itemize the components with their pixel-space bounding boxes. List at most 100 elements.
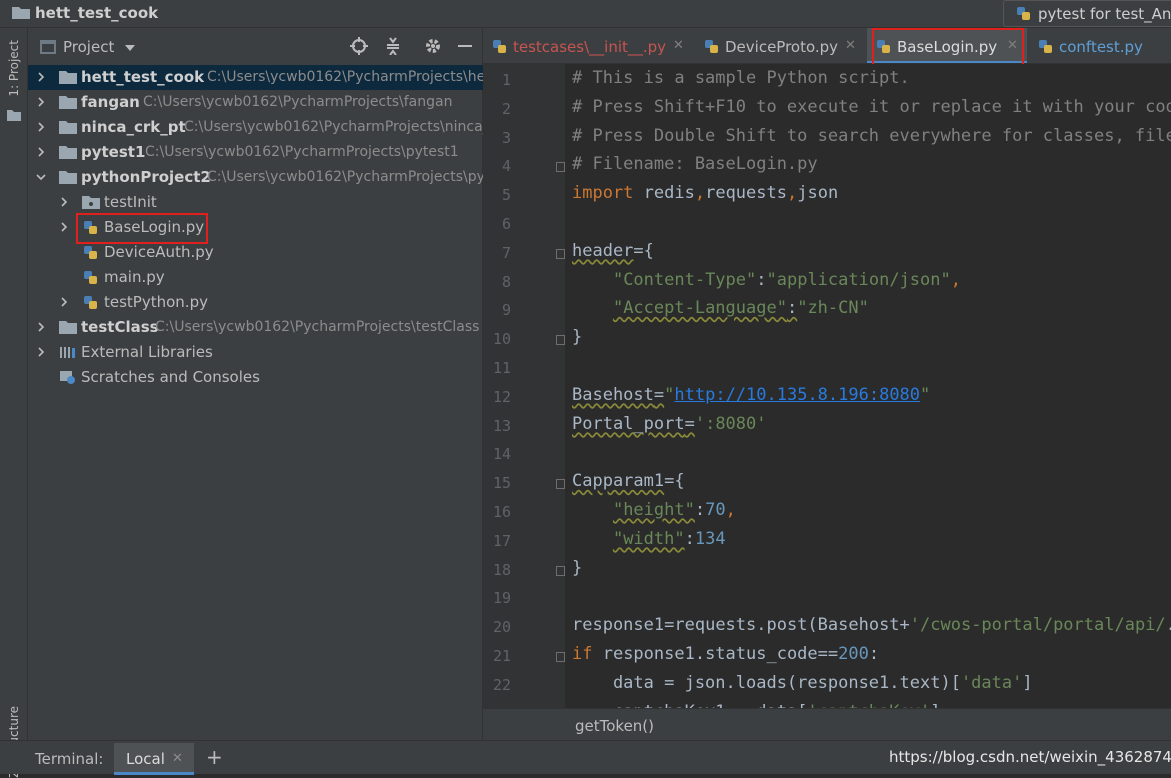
locate-icon[interactable] [350,37,368,55]
package-icon [82,196,100,209]
editor-tab[interactable]: conftest.py [1029,28,1171,63]
code-line: if response1.status_code==200: [572,644,880,664]
chevron-right-icon[interactable] [36,122,46,132]
line-number: 22 [492,675,511,694]
tree-item[interactable]: ninca_crk_pt C:\Users\ycwb0162\PycharmPro… [28,115,483,140]
tree-item-label: testClass [81,318,159,336]
tree-item-label: hett_test_cook [81,68,205,86]
fold-marker-icon[interactable] [556,162,565,173]
fold-marker-icon[interactable] [556,479,565,490]
code-line: import redis,requests,json [572,183,839,204]
tree-item-path: C:\Users\ycwb0162\PycharmProjects\python… [207,169,483,185]
chevron-right-icon[interactable] [36,97,46,107]
fold-marker-icon[interactable] [556,248,565,259]
project-view-icon [40,40,56,54]
project-panel-header: Project [28,28,483,64]
python-file-icon [84,246,97,259]
editor-tab-label: DeviceProto.py [725,38,839,56]
tree-item-path: C:\Users\ycwb0162\PycharmProjects\ninca_… [184,119,483,135]
tree-item[interactable]: testPython.py [28,290,483,315]
chevron-down-icon[interactable] [125,45,135,51]
line-number: 9 [501,301,511,320]
editor-breadcrumb[interactable]: getToken() [483,708,1171,740]
chevron-down-icon[interactable] [36,172,46,182]
editor-tab[interactable]: testcases\__init__.py ✕ [483,28,693,63]
tree-item[interactable]: fangan C:\Users\ycwb0162\PycharmProjects\… [28,90,483,115]
run-configuration-selector[interactable]: pytest for test_An [1003,0,1171,27]
code-editor[interactable]: # This is a sample Python script. # Press… [565,64,1171,708]
line-number: 15 [492,474,511,493]
collapse-all-icon[interactable] [384,37,402,55]
python-file-icon [84,271,97,284]
code-line: "width":134 [612,528,726,549]
code-line: } [572,557,583,578]
tree-item-label: DeviceAuth.py [104,243,214,261]
chevron-right-icon[interactable] [36,322,46,332]
highlight-box [76,213,208,244]
code-line: response1=requests.post(Basehost+'/cwos-… [572,615,1171,636]
editor-tab-bar: testcases\__init__.py ✕ DeviceProto.py ✕ Bas… [483,28,1171,64]
tree-item-label: testInit [104,193,157,211]
editor-gutter: 1234567891011121314151617181920212223 [483,64,565,723]
chevron-right-icon[interactable] [36,147,46,157]
tree-item-path: C:\Users\ycwb0162\PycharmProjects\hett_t… [207,69,483,85]
chevron-right-icon[interactable] [59,197,69,207]
editor-tab-label: testcases\__init__.py [513,38,667,56]
folder-icon [59,171,77,184]
fold-marker-icon[interactable] [556,652,565,662]
code-line: header={ [572,240,654,261]
tree-item[interactable]: main.py [28,265,483,290]
tree-item-path: C:\Users\ycwb0162\PycharmProjects\testCl… [155,319,480,335]
line-number: 21 [492,647,511,665]
folder-icon [59,121,77,134]
python-file-icon [1039,40,1052,53]
terminal-label[interactable]: Terminal: [35,750,103,768]
code-line: # Filename: BaseLogin.py [572,154,818,175]
code-line: "height":70, [612,500,736,520]
line-number: 14 [492,445,511,464]
chevron-right-icon[interactable] [36,347,46,357]
tree-item[interactable]: Scratches and Consoles [28,365,483,390]
line-number: 6 [501,215,511,233]
project-title: hett_test_cook [35,4,159,22]
tree-item[interactable]: pythonProject2 C:\Users\ycwb0162\PycharmP… [28,165,483,190]
tree-item-label: External Libraries [81,343,213,361]
tree-item-label: main.py [104,268,165,286]
editor-tab[interactable]: DeviceProto.py ✕ [695,28,865,63]
tree-item-path: C:\Users\ycwb0162\PycharmProjects\pytest… [145,144,459,160]
scratches-icon [60,371,75,384]
title-bar: hett_test_cook pytest for test_An [0,0,1171,28]
python-file-icon [705,40,718,53]
fold-marker-icon[interactable] [556,565,565,576]
line-number: 5 [501,186,511,205]
project-tool-window-button[interactable]: 1: Project [7,40,21,97]
editor-tab-label: conftest.py [1059,38,1143,56]
code-line: # Press Double Shift to search everywher… [572,125,1171,146]
chevron-right-icon[interactable] [59,297,69,307]
terminal-tab-local[interactable]: Local ✕ [114,743,194,775]
close-icon[interactable]: ✕ [673,38,684,53]
tree-item[interactable]: testClass C:\Users\ycwb0162\PycharmProjec… [28,315,483,340]
close-icon[interactable]: ✕ [172,751,183,766]
add-terminal-button[interactable]: + [206,745,223,769]
left-tool-strip: 1: Project Z: Structure [0,28,28,778]
fold-marker-icon[interactable] [556,335,565,346]
tree-item-label: Scratches and Consoles [81,368,260,386]
folder-icon [59,146,77,159]
folder-icon [59,71,77,84]
tree-item[interactable]: testInit [28,190,483,215]
hide-panel-icon[interactable] [456,37,474,55]
chevron-right-icon[interactable] [59,222,69,232]
tree-item[interactable]: External Libraries [28,340,483,365]
chevron-right-icon[interactable] [36,72,46,82]
project-view-title[interactable]: Project [63,38,114,56]
gear-icon[interactable] [424,37,442,55]
highlight-box [872,28,1024,68]
line-number: 8 [501,272,511,291]
code-line: # Press Shift+F10 to execute it or repla… [572,96,1171,117]
close-icon[interactable]: ✕ [845,38,856,53]
tree-item[interactable]: hett_test_cook C:\Users\ycwb0162\PycharmP… [28,65,483,90]
terminal-tab-label: Local [126,750,165,768]
breadcrumb-item[interactable]: getToken() [575,717,654,735]
tree-item[interactable]: pytest1 C:\Users\ycwb0162\PycharmProjects… [28,140,483,165]
